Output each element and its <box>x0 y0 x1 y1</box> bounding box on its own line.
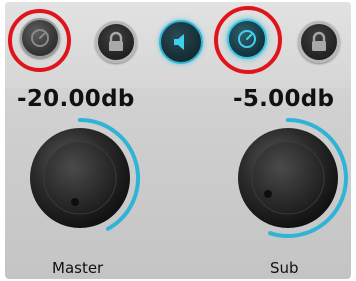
master-lock-button[interactable] <box>95 21 137 63</box>
sub-lock-button[interactable] <box>298 21 340 63</box>
master-caption: Master <box>52 259 104 277</box>
sub-caption: Sub <box>270 259 299 277</box>
speaker-icon <box>174 34 184 50</box>
gauge-icon <box>31 29 49 47</box>
knob-cap <box>43 141 117 215</box>
knob-indicator-dot <box>264 190 272 198</box>
sub-value-readout: -5.00db <box>233 86 335 112</box>
sub-meter-button[interactable] <box>227 19 267 59</box>
master-knob[interactable] <box>18 116 142 240</box>
gauge-icon <box>238 30 256 48</box>
speaker-button[interactable] <box>159 20 203 64</box>
master-meter-button[interactable] <box>20 18 60 58</box>
knob-cap <box>251 141 325 215</box>
master-value-readout: -20.00db <box>17 86 135 112</box>
lock-icon <box>312 31 326 51</box>
lock-icon <box>109 31 123 51</box>
sub-knob[interactable] <box>226 116 350 240</box>
knob-indicator-dot <box>71 198 79 206</box>
